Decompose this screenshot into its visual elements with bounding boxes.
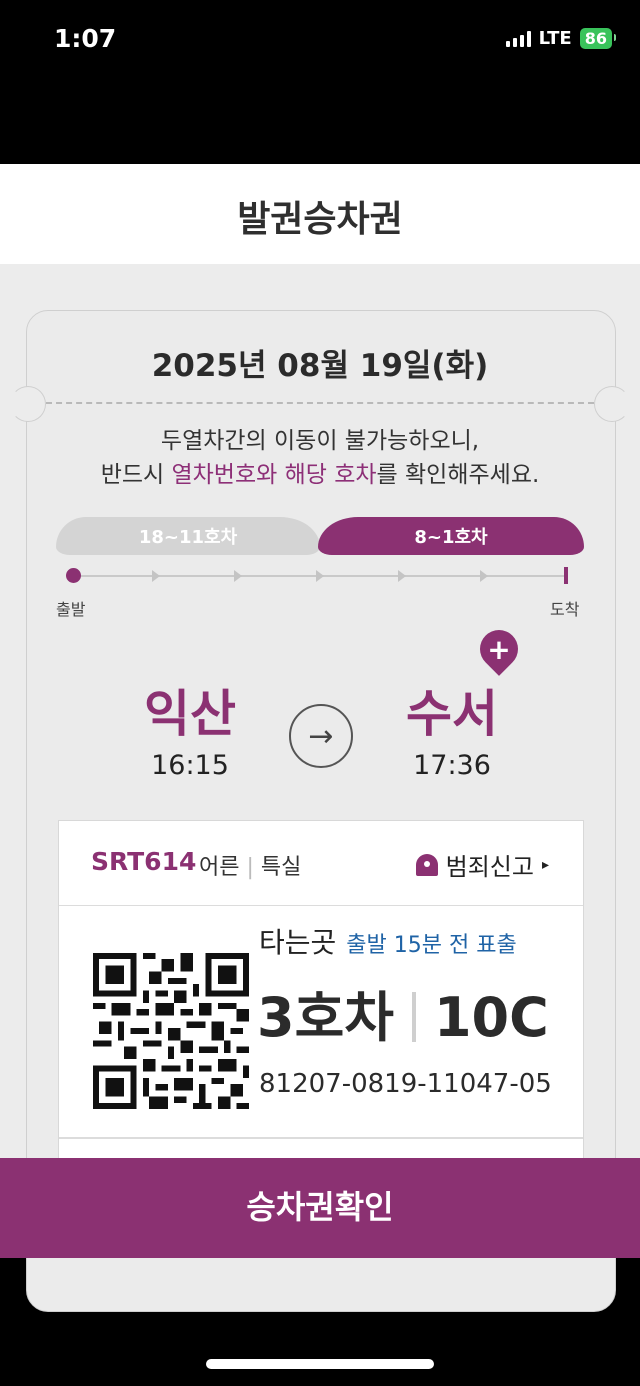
departure-label: 출발 [56,600,86,619]
signal-icon [505,30,531,47]
status-bar: 1:07 LTE 86 [0,0,640,82]
departure-dot [66,568,81,583]
boarding-label: 타는곳 [259,926,337,959]
crime-report-button[interactable]: 범죄신고 ▸ [415,847,549,882]
departure-time: 16:15 [151,750,229,781]
arrival-station: 수서 [406,685,498,743]
ticket-qr-code [93,953,249,1109]
report-label: 범죄신고 [445,853,534,881]
info-divider [59,1137,583,1139]
network-type: LTE [538,28,572,49]
siren-icon [415,853,438,876]
ticket-notch-left [10,386,46,422]
page-header: 발권승차권 [0,164,640,264]
transfer-notice: 두열차간의 이동이 불가능하오니, 반드시 열차번호와 해당 호차를 확인해주세… [0,424,640,492]
ticket-check-button[interactable]: 승차권확인 [0,1158,640,1258]
notice-line-1: 두열차간의 이동이 불가능하오니, [160,428,480,454]
battery-icon: 86 [579,28,617,49]
departure-station: 익산 [144,685,236,743]
ticket-notch-right [594,386,630,422]
direction-arrow-icon: → [289,704,353,768]
ticket-info-box: SRT614 어른 | 특실 범죄신고 ▸ 타는곳 출발 15분 전 표출 3호… [58,820,584,1162]
seat-number: 10C [433,986,549,1049]
boarding-note: 출발 15분 전 표출 [346,933,517,958]
seat-divider [411,992,416,1043]
clock: 1:07 [54,24,117,53]
boarding-info: 타는곳 출발 15분 전 표출 [259,921,517,961]
passenger-type: 어른 [199,855,240,880]
arrival-time: 17:36 [413,750,491,781]
caret-right-icon: ▸ [541,856,549,873]
car-group-rear: 18~11호차 [56,517,320,555]
car-groups: 18~11호차 8~1호차 [56,517,584,555]
passenger-class: 어른 | 특실 [199,855,302,880]
arrival-marker [564,567,568,584]
notice-line-2: 반드시 열차번호와 해당 호차를 확인해주세요. [100,462,540,488]
car-number: 3호차 [257,986,394,1049]
car-group-front: 8~1호차 [318,517,584,555]
page-title: 발권승차권 [237,199,403,240]
train-number: SRT614 [91,847,197,876]
dashed-divider [46,402,594,404]
arrival-label: 도착 [550,600,580,619]
pin-plus-icon[interactable]: + [480,630,518,668]
travel-date: 2025년 08월 19일(화) [151,348,489,384]
car-seat: 3호차 10C [257,973,549,1052]
train-info-row: SRT614 어른 | 특실 범죄신고 ▸ [59,821,583,906]
home-indicator[interactable] [206,1359,434,1369]
ticket-number: 81207-0819-11047-05 [259,1069,552,1099]
seat-class: 특실 [260,855,302,880]
notice-highlight: 열차번호와 해당 호차 [171,462,377,488]
